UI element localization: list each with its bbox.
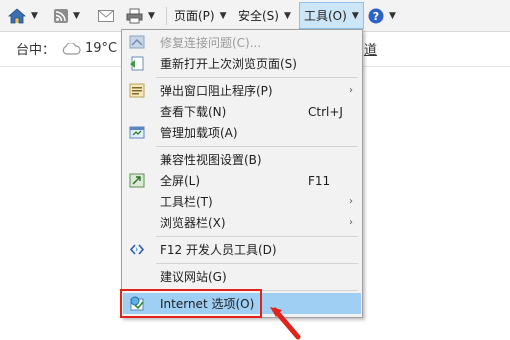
weather-temperature: 19°C	[85, 41, 118, 56]
menu-item-toolbars[interactable]: 工具栏(T) ›	[123, 191, 361, 212]
devtools-icon	[129, 244, 145, 255]
mail-icon	[98, 9, 114, 22]
weather-city: 台中：	[16, 43, 56, 58]
repair-icon	[129, 35, 145, 49]
fullscreen-icon	[129, 173, 145, 188]
submenu-arrow: ›	[349, 85, 353, 96]
command-bar: ▼ ▼ ▼ 页面(P) ▼ 安全(S) ▼ 工具(O) ▼ ? ▼	[0, 0, 510, 32]
menu-item-label: 兼容性视图设置(B)	[160, 153, 262, 167]
toolbar-separator	[166, 7, 167, 25]
page-menu-arrow: ▼	[219, 10, 227, 21]
read-mail-button[interactable]	[96, 0, 116, 31]
page-link[interactable]: 道	[364, 39, 377, 58]
submenu-arrow: ›	[349, 217, 353, 228]
help-dropdown-arrow[interactable]: ▼	[389, 11, 396, 21]
printer-icon	[126, 8, 143, 23]
security-menu-arrow: ▼	[283, 10, 291, 21]
menu-item-label: 重新打开上次浏览页面(S)	[160, 57, 297, 71]
tools-menu-button[interactable]: 工具(O) ▼	[299, 2, 364, 29]
menu-item-explorer-bars[interactable]: 浏览器栏(X) ›	[123, 212, 361, 233]
menu-item-repair-connection: 修复连接问题(C)...	[123, 32, 361, 53]
menu-item-label: 浏览器栏(X)	[160, 216, 226, 230]
home-icon	[8, 7, 26, 23]
menu-item-view-downloads[interactable]: 查看下载(N) Ctrl+J	[123, 101, 361, 122]
weather-widget: 台中： 19°C	[16, 39, 117, 58]
menu-item-shortcut: Ctrl+J	[308, 104, 343, 119]
menu-item-compat-view-settings[interactable]: 兼容性视图设置(B)	[123, 149, 361, 170]
menu-item-popup-blocker[interactable]: 弹出窗口阻止程序(P) ›	[123, 80, 361, 101]
red-arrow-icon	[270, 307, 301, 340]
menu-item-label: 修复连接问题(C)...	[160, 36, 262, 50]
popup-blocker-icon	[129, 83, 145, 98]
home-dropdown-arrow[interactable]: ▼	[31, 11, 38, 21]
menu-item-label: F12 开发人员工具(D)	[160, 243, 277, 257]
reopen-icon	[130, 56, 144, 71]
menu-item-label: 弹出窗口阻止程序(P)	[160, 84, 273, 98]
menu-item-label: 查看下载(N)	[160, 105, 227, 119]
help-icon: ?	[368, 8, 384, 23]
menu-item-label: 工具栏(T)	[160, 195, 213, 209]
menu-item-label: 建议网站(G)	[160, 270, 227, 284]
menu-item-developer-tools[interactable]: F12 开发人员工具(D)	[123, 239, 361, 260]
print-dropdown-arrow[interactable]: ▼	[148, 11, 155, 21]
tools-menu-arrow: ▼	[351, 10, 359, 21]
help-button[interactable]: ? ▼	[366, 0, 398, 31]
tools-dropdown-menu: 修复连接问题(C)... 重新打开上次浏览页面(S) 弹出窗口阻止程序(P) ›…	[121, 29, 363, 318]
menu-item-fullscreen[interactable]: 全屏(L) F11	[123, 170, 361, 191]
svg-text:?: ?	[373, 10, 379, 23]
tools-menu-label: 工具(O)	[304, 9, 347, 23]
menu-separator	[156, 263, 358, 264]
menu-item-label: 管理加载项(A)	[160, 126, 238, 140]
menu-item-reopen-last-session[interactable]: 重新打开上次浏览页面(S)	[123, 53, 361, 74]
page-menu-label: 页面(P)	[174, 9, 215, 23]
menu-item-suggested-sites[interactable]: 建议网站(G)	[123, 266, 361, 287]
feeds-dropdown-arrow[interactable]: ▼	[73, 11, 80, 21]
menu-item-shortcut: F11	[308, 173, 331, 188]
cloud-icon	[62, 42, 81, 55]
menu-separator	[156, 146, 358, 147]
page-menu-button[interactable]: 页面(P) ▼	[172, 0, 229, 31]
security-menu-label: 安全(S)	[238, 9, 279, 23]
print-button[interactable]: ▼	[124, 0, 157, 31]
highlight-box	[120, 289, 262, 318]
menu-separator	[156, 236, 358, 237]
addons-icon	[129, 126, 145, 139]
home-button[interactable]: ▼	[6, 0, 40, 31]
menu-item-label: 全屏(L)	[160, 174, 201, 188]
submenu-arrow: ›	[349, 196, 353, 207]
feeds-button[interactable]: ▼	[52, 0, 82, 31]
menu-separator	[156, 77, 358, 78]
security-menu-button[interactable]: 安全(S) ▼	[236, 0, 293, 31]
rss-feed-icon	[54, 8, 68, 23]
menu-item-manage-addons[interactable]: 管理加载项(A)	[123, 122, 361, 143]
